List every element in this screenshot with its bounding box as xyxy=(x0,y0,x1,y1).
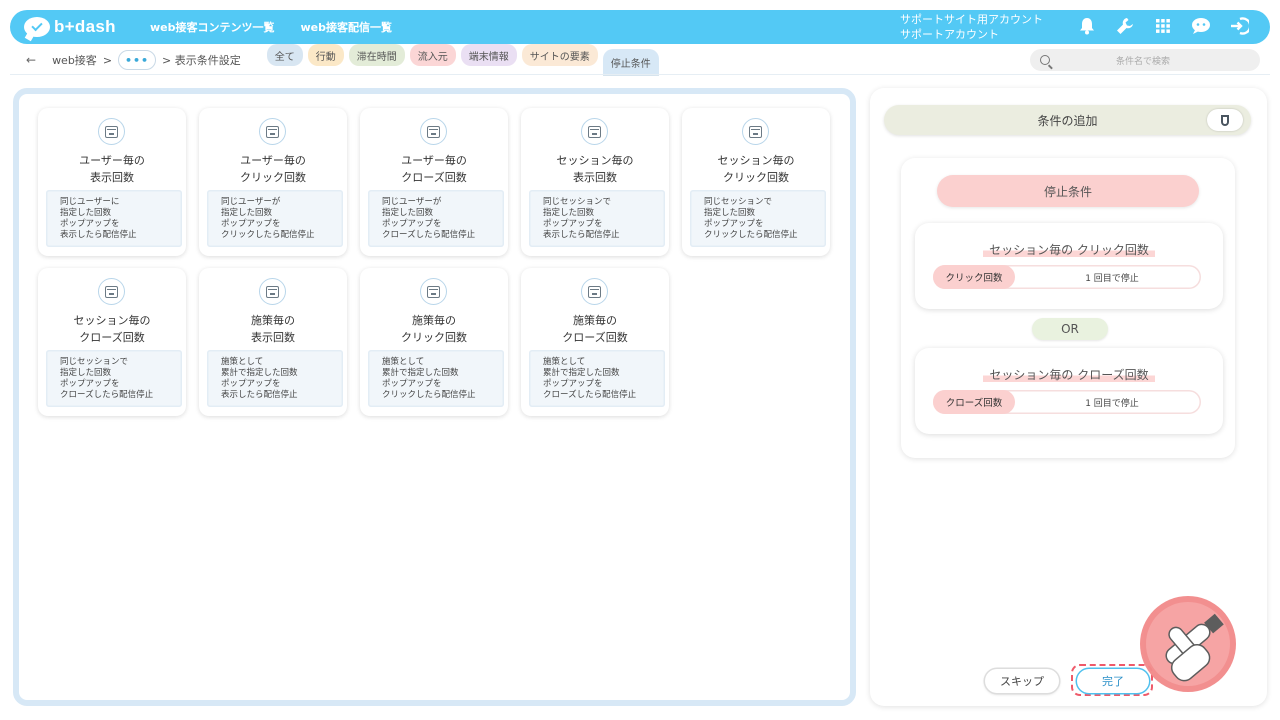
calendar-icon xyxy=(581,278,608,305)
condition-session-click[interactable]: セッション毎の クリック回数 クリック回数 1 回目で停止 xyxy=(915,223,1223,309)
logo-text: b+dash xyxy=(54,17,116,36)
condition-row: クローズ回数 1 回目で停止 xyxy=(933,390,1201,414)
condition-label: クリック回数 xyxy=(933,265,1015,289)
tab-all[interactable]: 全て xyxy=(266,44,303,66)
breadcrumb-ellipsis-button[interactable]: ••• xyxy=(118,50,157,70)
logo[interactable]: b+dash xyxy=(24,17,124,37)
condition-label: クローズ回数 xyxy=(933,390,1015,414)
logout-icon[interactable] xyxy=(1228,15,1250,37)
tab-device[interactable]: 端末情報 xyxy=(460,44,517,66)
stop-condition-box: 停止条件 セッション毎の クリック回数 クリック回数 1 回目で停止 OR セッ… xyxy=(901,158,1235,458)
calendar-icon xyxy=(581,118,608,145)
calendar-icon xyxy=(98,118,125,145)
card-campaign-click-count[interactable]: 施策毎の クリック回数 施策として 累計で指定した回数 ポップアップを クリックし… xyxy=(360,268,508,416)
card-title: セッション毎の 表示回数 xyxy=(556,154,634,184)
condition-row: クリック回数 1 回目で停止 xyxy=(933,265,1201,289)
pointer-hand-icon xyxy=(1140,596,1236,692)
account-line1: サポートサイト用アカウント xyxy=(900,13,1043,26)
card-user-close-count[interactable]: ユーザー毎の クローズ回数 同じユーザーが 指定した回数 ポップアップを クローズ… xyxy=(360,108,508,256)
card-title: セッション毎の クリック回数 xyxy=(717,154,795,184)
card-title: ユーザー毎の クリック回数 xyxy=(240,154,306,184)
card-title: ユーザー毎の 表示回数 xyxy=(79,154,145,184)
card-title: 施策毎の クリック回数 xyxy=(401,314,467,344)
card-description: 同じユーザーが 指定した回数 ポップアップを クローズしたら配信停止 xyxy=(368,190,504,247)
card-description: 施策として 累計で指定した回数 ポップアップを クローズしたら配信停止 xyxy=(529,350,665,407)
skip-button[interactable]: スキップ xyxy=(985,669,1059,693)
search-placeholder: 条件名で検索 xyxy=(1116,56,1171,67)
nav-delivery-list[interactable]: web接客配信一覧 xyxy=(301,19,393,35)
card-session-click-count[interactable]: セッション毎の クリック回数 同じセッションで 指定した回数 ポップアップを クリ… xyxy=(682,108,830,256)
done-button[interactable]: 完了 xyxy=(1077,669,1149,693)
breadcrumb-current: > 表示条件設定 xyxy=(162,54,241,67)
or-separator: OR xyxy=(1032,318,1108,340)
calendar-icon xyxy=(420,118,447,145)
card-user-display-count[interactable]: ユーザー毎の 表示回数 同じユーザーに 指定した回数 ポップアップを 表示したら配… xyxy=(38,108,186,256)
card-session-close-count[interactable]: セッション毎の クローズ回数 同じセッションで 指定した回数 ポップアップを クロ… xyxy=(38,268,186,416)
breadcrumb-separator: > xyxy=(102,53,113,67)
header-icons xyxy=(1076,15,1250,37)
tab-stop-conditions[interactable]: 停止条件 xyxy=(602,49,659,76)
card-campaign-close-count[interactable]: 施策毎の クローズ回数 施策として 累計で指定した回数 ポップアップを クローズし… xyxy=(521,268,669,416)
add-condition-label: 条件の追加 xyxy=(1037,113,1098,128)
calendar-icon xyxy=(259,278,286,305)
condition-title: セッション毎の クローズ回数 xyxy=(915,366,1223,383)
card-title: 施策毎の 表示回数 xyxy=(251,314,295,344)
card-description: 同じユーザーに 指定した回数 ポップアップを 表示したら配信停止 xyxy=(46,190,182,247)
back-arrow-icon[interactable]: ← xyxy=(26,53,36,67)
calendar-icon xyxy=(742,118,769,145)
condition-tabs: 全て 行動 滞在時間 流入元 端末情報 サイトの要素 停止条件 xyxy=(266,44,659,76)
chat-icon[interactable] xyxy=(1190,15,1212,37)
app-root: b+dash web接客コンテンツ一覧 web接客配信一覧 サポートサイト用アカ… xyxy=(0,0,1280,720)
card-description: 同じユーザーが 指定した回数 ポップアップを クリックしたら配信停止 xyxy=(207,190,343,247)
account-line2: サポートアカウント xyxy=(900,28,999,41)
condition-card-panel: ユーザー毎の 表示回数 同じユーザーに 指定した回数 ポップアップを 表示したら配… xyxy=(13,88,856,706)
condition-title: セッション毎の クリック回数 xyxy=(915,241,1223,258)
search-input[interactable]: 条件名で検索 xyxy=(1030,49,1260,71)
card-user-click-count[interactable]: ユーザー毎の クリック回数 同じユーザーが 指定した回数 ポップアップを クリック… xyxy=(199,108,347,256)
account-info[interactable]: サポートサイト用アカウント サポートアカウント xyxy=(900,12,1043,42)
card-campaign-display-count[interactable]: 施策毎の 表示回数 施策として 累計で指定した回数 ポップアップを 表示したら配信… xyxy=(199,268,347,416)
top-header: b+dash web接客コンテンツ一覧 web接客配信一覧 サポートサイト用アカ… xyxy=(10,10,1270,44)
card-description: 同じセッションで 指定した回数 ポップアップを 表示したら配信停止 xyxy=(529,190,665,247)
calendar-icon xyxy=(98,278,125,305)
nav-content-list[interactable]: web接客コンテンツ一覧 xyxy=(150,19,275,35)
breadcrumb-web-service[interactable]: web接客 xyxy=(52,52,97,68)
card-description: 施策として 累計で指定した回数 ポップアップを クリックしたら配信停止 xyxy=(368,350,504,407)
card-title: ユーザー毎の クローズ回数 xyxy=(401,154,467,184)
top-nav: web接客コンテンツ一覧 web接客配信一覧 xyxy=(150,19,392,35)
search-icon xyxy=(1040,55,1050,65)
condition-value-input[interactable]: 1 回目で停止 xyxy=(1023,265,1201,289)
tab-site-elements[interactable]: サイトの要素 xyxy=(521,44,598,66)
collapse-toggle-icon[interactable] xyxy=(1207,109,1243,131)
tab-referrer[interactable]: 流入元 xyxy=(409,44,456,66)
tab-behavior[interactable]: 行動 xyxy=(307,44,344,66)
tab-stay-time[interactable]: 滞在時間 xyxy=(348,44,405,66)
logo-check-icon xyxy=(24,17,50,37)
wrench-icon[interactable] xyxy=(1114,15,1136,37)
stop-condition-header: 停止条件 xyxy=(937,175,1199,207)
card-session-display-count[interactable]: セッション毎の 表示回数 同じセッションで 指定した回数 ポップアップを 表示した… xyxy=(521,108,669,256)
condition-session-close[interactable]: セッション毎の クローズ回数 クローズ回数 1 回目で停止 xyxy=(915,348,1223,434)
breadcrumb-row: ← web接客 > ••• > 表示条件設定 全て 行動 滞在時間 流入元 端末… xyxy=(10,44,1270,76)
card-title: セッション毎の クローズ回数 xyxy=(73,314,151,344)
calendar-icon xyxy=(259,118,286,145)
bell-icon[interactable] xyxy=(1076,15,1098,37)
card-description: 同じセッションで 指定した回数 ポップアップを クリックしたら配信停止 xyxy=(690,190,826,247)
add-condition-bar[interactable]: 条件の追加 xyxy=(884,105,1251,135)
card-title: 施策毎の クローズ回数 xyxy=(562,314,628,344)
card-description: 施策として 累計で指定した回数 ポップアップを 表示したら配信停止 xyxy=(207,350,343,407)
grid-icon[interactable] xyxy=(1152,15,1174,37)
calendar-icon xyxy=(420,278,447,305)
condition-value-input[interactable]: 1 回目で停止 xyxy=(1023,390,1201,414)
card-description: 同じセッションで 指定した回数 ポップアップを クローズしたら配信停止 xyxy=(46,350,182,407)
header-divider xyxy=(10,74,1270,75)
